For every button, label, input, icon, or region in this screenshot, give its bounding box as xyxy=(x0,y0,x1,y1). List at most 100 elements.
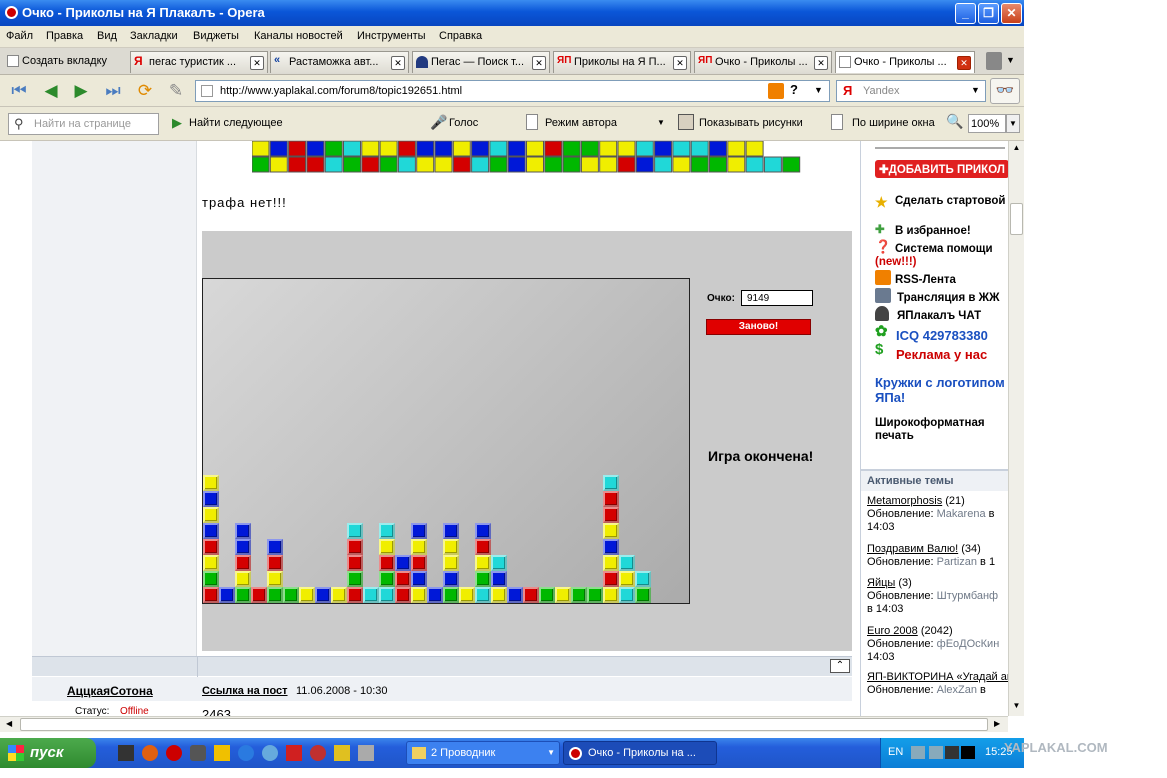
topic-user[interactable]: Partizan xyxy=(937,556,977,568)
scroll-up-icon[interactable]: ▲ xyxy=(1010,143,1023,156)
maximize-button[interactable]: ❐ xyxy=(978,3,999,24)
menu-edit[interactable]: Правка xyxy=(46,30,83,42)
new-tab-button[interactable]: Создать вкладку xyxy=(4,51,124,73)
rss-link[interactable]: RSS-Лента xyxy=(895,274,956,286)
add-joke-button[interactable]: ✚ДОБАВИТЬ ПРИКОЛ xyxy=(875,160,1008,178)
help-system-link[interactable]: Система помощи xyxy=(895,243,993,255)
tab-close-icon[interactable]: ✕ xyxy=(532,56,546,70)
show-images-button[interactable]: Показывать рисунки xyxy=(699,117,803,129)
close-button[interactable]: ✕ xyxy=(1001,3,1022,24)
chevron-down-icon[interactable]: ▼ xyxy=(971,85,980,95)
post-link[interactable]: Ссылка на пост xyxy=(202,685,288,697)
rss-icon[interactable] xyxy=(768,83,784,99)
topic-link[interactable]: Поздравим Валю! xyxy=(867,543,958,555)
chevron-down-icon[interactable]: ▼ xyxy=(1006,55,1015,65)
make-homepage-link[interactable]: Сделать стартовой xyxy=(895,195,1005,207)
taskbar-opera[interactable]: Очко - Приколы на ... xyxy=(563,741,717,765)
taskbar-explorer[interactable]: 2 Проводник ▼ xyxy=(406,741,560,765)
author-link[interactable]: АццкаяСотона xyxy=(67,684,153,698)
menu-tools[interactable]: Инструменты xyxy=(357,30,426,42)
topic-link[interactable]: ЯП-ВИКТОРИНА «Угадай актера» xyxy=(867,671,1008,683)
menu-help[interactable]: Справка xyxy=(439,30,482,42)
back-icon[interactable]: ◀ xyxy=(40,81,62,101)
reload-icon[interactable]: ⟳ xyxy=(134,81,156,101)
find-next-button[interactable]: Найти следующее xyxy=(189,117,283,129)
desktop-icon[interactable] xyxy=(118,745,134,761)
ads-link[interactable]: Реклама у нас xyxy=(896,347,987,362)
topic-link[interactable]: Euro 2008 xyxy=(867,625,918,637)
chevron-down-icon[interactable]: ▼ xyxy=(1006,114,1020,133)
tab-ochko-active[interactable]: Очко - Приколы ... ✕ xyxy=(835,51,975,73)
ie-icon[interactable] xyxy=(238,745,254,761)
topic-user[interactable]: фЕоДОсКин xyxy=(937,638,1000,650)
globe-icon[interactable] xyxy=(262,745,278,761)
fit-width-button[interactable]: По ширине окна xyxy=(852,117,935,129)
tab-prikoly[interactable]: ЯП Приколы на Я П... ✕ xyxy=(553,51,691,73)
tab-customs[interactable]: « Растаможка авт... ✕ xyxy=(270,51,409,73)
topic-user[interactable]: Makarena xyxy=(937,508,986,520)
app-tray-icon[interactable] xyxy=(961,746,975,759)
scroll-top-icon[interactable]: ⌃ xyxy=(830,659,850,673)
trash-icon[interactable] xyxy=(986,52,1002,70)
tab-pegas[interactable]: Я пегас туристик ... ✕ xyxy=(130,51,268,73)
scroll-left-icon[interactable]: ◀ xyxy=(6,719,12,728)
scroll-thumb[interactable] xyxy=(20,718,988,731)
tab-ochko-1[interactable]: ЯП Очко - Приколы ... ✕ xyxy=(694,51,832,73)
horizontal-scrollbar[interactable]: ◀ ▶ xyxy=(0,716,1008,732)
start-button[interactable]: пуск xyxy=(0,738,96,768)
pen-icon[interactable] xyxy=(214,745,230,761)
mugs-link[interactable]: Кружки с логотипом ЯПа! xyxy=(875,375,1007,405)
chevron-down-icon[interactable]: ▼ xyxy=(657,118,665,127)
forward-icon[interactable]: ▶ xyxy=(70,81,92,101)
voice-button[interactable]: Голос xyxy=(449,117,478,129)
edit-icon[interactable]: ✎ xyxy=(165,81,187,101)
vertical-scrollbar[interactable]: ▲ ▼ xyxy=(1008,141,1024,716)
menu-view[interactable]: Вид xyxy=(97,30,117,42)
app-tray-icon[interactable] xyxy=(945,746,959,759)
scroll-right-icon[interactable]: ▶ xyxy=(994,719,1000,728)
network-icon[interactable] xyxy=(911,746,925,759)
restart-button[interactable]: Заново! xyxy=(706,319,811,335)
topic-user[interactable]: Штурмбанф xyxy=(937,590,998,602)
tab-pegas-search[interactable]: Пегас — Поиск т... ✕ xyxy=(412,51,550,73)
opera-icon[interactable] xyxy=(166,745,182,761)
find-input[interactable]: ⚲ Найти на странице xyxy=(8,113,159,135)
tab-close-icon[interactable]: ✕ xyxy=(250,56,264,70)
tab-close-icon[interactable]: ✕ xyxy=(814,56,828,70)
topic-link[interactable]: Metamorphosis xyxy=(867,495,942,507)
print-link[interactable]: Широкоформатная печать xyxy=(875,417,1007,443)
firefox-icon[interactable] xyxy=(142,745,158,761)
menu-file[interactable]: Файл xyxy=(6,30,33,42)
tab-close-icon[interactable]: ✕ xyxy=(673,56,687,70)
scroll-thumb[interactable] xyxy=(1010,203,1023,235)
fast-forward-icon[interactable]: ⏭ xyxy=(102,81,124,101)
tab-close-icon[interactable]: ✕ xyxy=(391,56,405,70)
menu-feeds[interactable]: Каналы новостей xyxy=(254,30,343,42)
address-field[interactable]: http://www.yaplakal.com/forum8/topic1926… xyxy=(195,80,830,102)
chat-link[interactable]: ЯПлакалъ ЧАТ xyxy=(897,310,981,322)
scroll-down-icon[interactable]: ▼ xyxy=(1010,701,1023,714)
minimize-button[interactable]: _ xyxy=(955,3,976,24)
settings-icon[interactable] xyxy=(358,745,374,761)
author-mode-button[interactable]: Режим автора xyxy=(545,117,617,129)
chevron-down-icon[interactable]: ▼ xyxy=(814,85,823,95)
topic-link[interactable]: Яйцы xyxy=(867,577,895,589)
player-icon[interactable] xyxy=(334,745,350,761)
favorites-link[interactable]: В избранное! xyxy=(895,225,971,237)
livejournal-link[interactable]: Трансляция в ЖЖ xyxy=(897,292,999,304)
app-icon[interactable] xyxy=(286,745,302,761)
help-icon[interactable]: ? xyxy=(790,82,798,97)
language-indicator[interactable]: EN xyxy=(888,746,903,758)
menu-bookmarks[interactable]: Закладки xyxy=(130,30,178,42)
network-icon[interactable] xyxy=(929,746,943,759)
topic-user[interactable]: AlexZan xyxy=(937,684,977,696)
icq-link[interactable]: ICQ 429783380 xyxy=(896,328,988,343)
menu-widgets[interactable]: Виджеты xyxy=(193,30,239,42)
zoom-value[interactable]: 100% xyxy=(968,114,1006,133)
binoculars-icon[interactable]: 👓 xyxy=(990,78,1020,104)
phone-icon[interactable] xyxy=(190,745,206,761)
rewind-icon[interactable]: ⏮ xyxy=(8,81,30,101)
media-icon[interactable] xyxy=(310,745,326,761)
search-field[interactable]: Я Yandex ▼ xyxy=(836,80,986,102)
tab-close-icon[interactable]: ✕ xyxy=(957,56,971,70)
